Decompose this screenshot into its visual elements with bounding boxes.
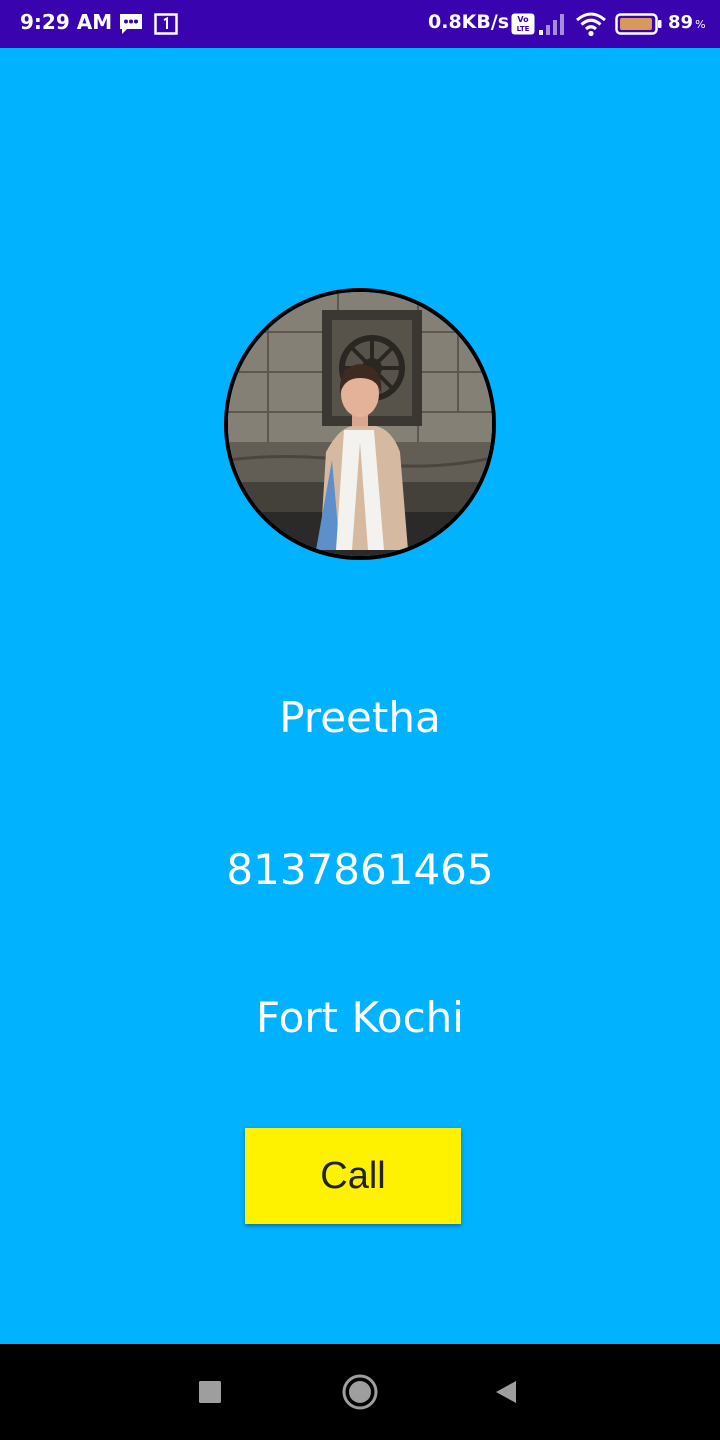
circle-icon [342,1374,378,1410]
contact-detail-screen: Preetha 8137861465 Fort Kochi Call [0,48,720,1344]
call-button[interactable]: Call [245,1128,461,1224]
volte-icon: Vo LTE [511,13,535,39]
navigation-bar [0,1344,720,1440]
svg-text:LTE: LTE [517,25,530,33]
home-button[interactable] [338,1370,382,1414]
status-bar: 9:29 AM 0.8KB/s Vo LTE 89 % [0,0,720,48]
message-icon [118,12,144,40]
svg-text:Vo: Vo [517,15,529,24]
battery-percent: 89% [668,12,706,33]
sim-notification-icon [154,12,178,40]
battery-percent-sign: % [695,18,706,31]
status-time: 9:29 AM [20,10,113,34]
contact-phone: 8137861465 [226,845,494,894]
contact-name: Preetha [279,693,441,742]
contact-photo [228,292,492,556]
square-icon [199,1381,221,1403]
battery-icon [615,13,663,39]
call-button-label: Call [320,1154,386,1197]
avatar [224,288,496,560]
battery-percent-value: 89 [668,12,694,33]
wifi-icon [575,11,607,41]
network-speed: 0.8KB/s [428,11,510,33]
contact-location: Fort Kochi [256,993,464,1042]
back-button[interactable] [484,1370,528,1414]
back-triangle-icon [496,1381,516,1403]
recents-button[interactable] [188,1370,232,1414]
signal-icon [538,12,566,40]
